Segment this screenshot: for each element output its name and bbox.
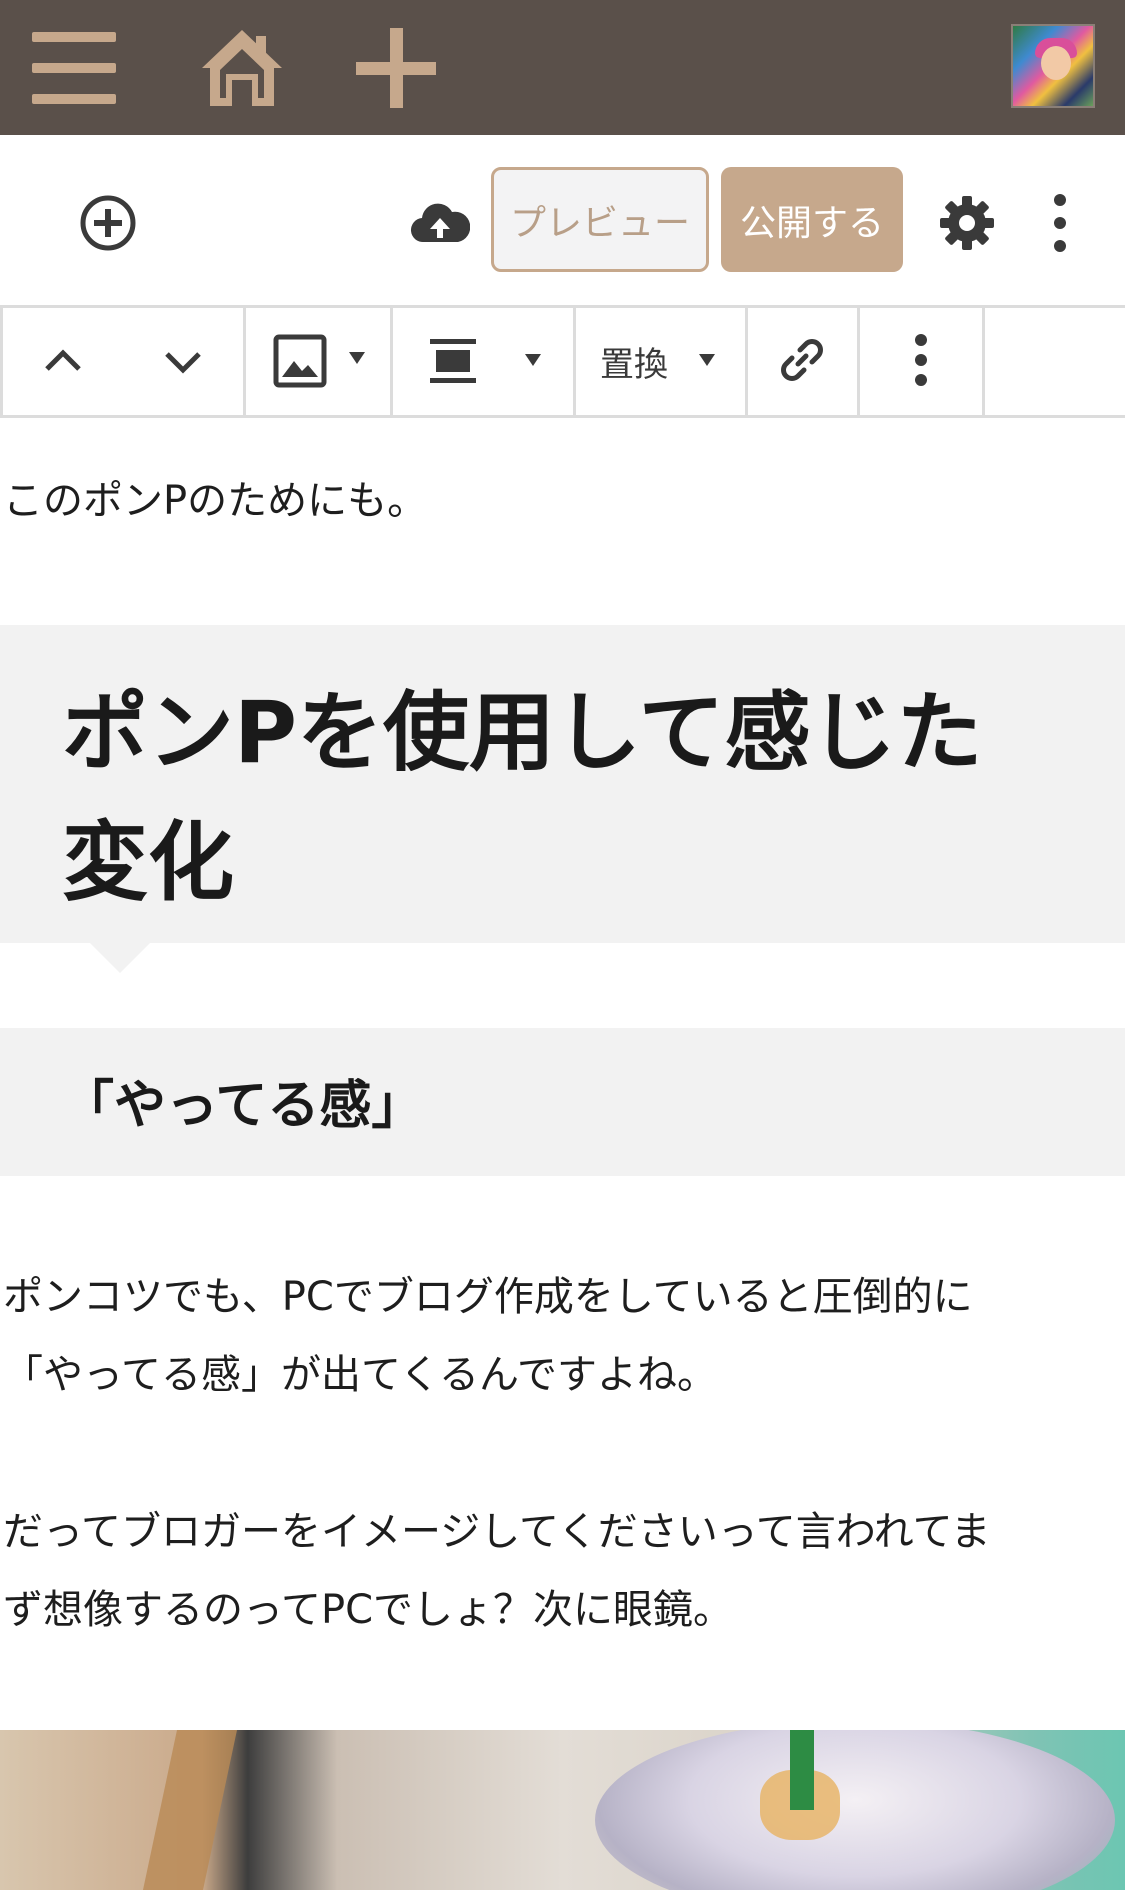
cloud-upload-icon[interactable]	[410, 198, 470, 248]
toolbar-separator	[573, 305, 576, 418]
toolbar-separator	[745, 305, 748, 418]
vertical-dots-icon[interactable]	[906, 330, 936, 390]
avatar-face	[1041, 46, 1071, 80]
toolbar-separator	[857, 305, 860, 418]
heading-arrow	[90, 943, 150, 973]
image-block[interactable]	[0, 1730, 1125, 1890]
user-avatar[interactable]	[1011, 24, 1095, 108]
vertical-dots-icon[interactable]	[1042, 190, 1078, 256]
replace-button[interactable]: 置換	[600, 337, 668, 386]
dropdown-caret-icon[interactable]	[697, 352, 717, 368]
toolbar-border-top	[0, 305, 1125, 308]
plus-circle-icon[interactable]	[78, 193, 138, 253]
gear-icon[interactable]	[938, 194, 996, 252]
toolbar-separator	[390, 305, 393, 418]
heading-h2[interactable]: ポンPを使用して感じた変化	[62, 668, 1062, 928]
chevron-up-icon[interactable]	[43, 345, 83, 375]
paragraph-line[interactable]: ず想像するのってPCでしょ？次に眼鏡。	[3, 1571, 733, 1649]
image-icon[interactable]	[272, 333, 328, 389]
hamburger-menu-icon[interactable]	[28, 22, 120, 114]
photo-cup-lid	[595, 1730, 1115, 1890]
toolbar-separator	[0, 305, 3, 418]
link-icon[interactable]	[778, 336, 826, 384]
chevron-down-icon[interactable]	[163, 348, 203, 378]
dropdown-caret-icon[interactable]	[347, 350, 367, 366]
photo-chair	[142, 1730, 238, 1890]
heading-h3[interactable]: 「やってる感」	[62, 1063, 423, 1138]
paragraph-line[interactable]: だってブロガーをイメージしてくださいって言われてま	[3, 1493, 991, 1571]
home-icon[interactable]	[196, 22, 288, 114]
dropdown-caret-icon[interactable]	[523, 352, 543, 368]
preview-button[interactable]: プレビュー	[491, 167, 709, 272]
toolbar-separator	[243, 305, 246, 418]
photo-straw	[790, 1730, 814, 1810]
paragraph[interactable]: このポンPのためにも。	[3, 462, 427, 540]
toolbar-separator	[982, 305, 985, 418]
admin-top-bar	[0, 0, 1125, 135]
align-center-icon[interactable]	[428, 337, 478, 385]
publish-button[interactable]: 公開する	[721, 167, 903, 272]
paragraph-line[interactable]: 「やってる感」が出てくるんですよね。	[3, 1336, 717, 1414]
plus-icon[interactable]	[350, 22, 442, 114]
toolbar-border-bottom	[0, 415, 1125, 418]
paragraph-line[interactable]: ポンコツでも、PCでブログ作成をしていると圧倒的に	[3, 1258, 973, 1336]
